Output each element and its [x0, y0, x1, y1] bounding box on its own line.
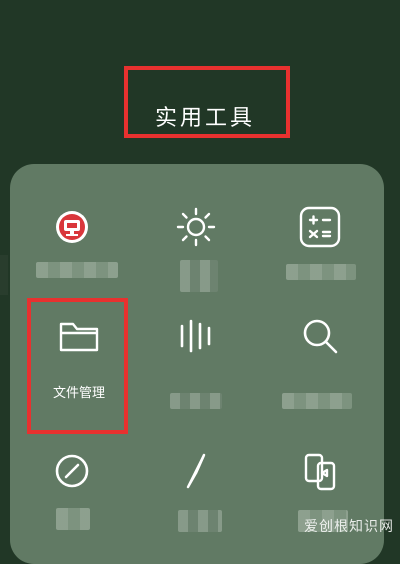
sound-bars-icon: [134, 309, 258, 363]
blurred-label: [56, 508, 90, 530]
blurred-label: [170, 393, 222, 409]
blurred-label: [282, 393, 352, 409]
phone-transfer-icon: [258, 444, 382, 498]
compass-icon: [134, 444, 258, 498]
blurred-label: [180, 260, 218, 292]
watermark: 爱创根知识网: [304, 519, 394, 535]
calculator-icon: [258, 200, 382, 254]
browser-logo-icon: [10, 200, 134, 254]
tool-sound-recorder[interactable]: [134, 309, 258, 419]
search-icon: [258, 309, 382, 363]
tool-search[interactable]: [258, 309, 382, 419]
tool-compass[interactable]: [134, 444, 258, 554]
tool-brightness[interactable]: [134, 200, 258, 310]
tool-clock[interactable]: [10, 444, 134, 554]
tool-browser[interactable]: [10, 200, 134, 310]
blurred-label: [178, 510, 222, 532]
blurred-label: [286, 264, 356, 280]
blurred-label: [36, 262, 118, 278]
title-highlight-box: [124, 66, 290, 138]
tool-calculator[interactable]: [258, 200, 382, 310]
clock-icon: [10, 444, 134, 498]
tool-phone-clone[interactable]: [258, 444, 382, 554]
sun-icon: [134, 200, 258, 254]
background-edge: [0, 255, 8, 295]
file-manager-highlight-box: [27, 298, 128, 434]
